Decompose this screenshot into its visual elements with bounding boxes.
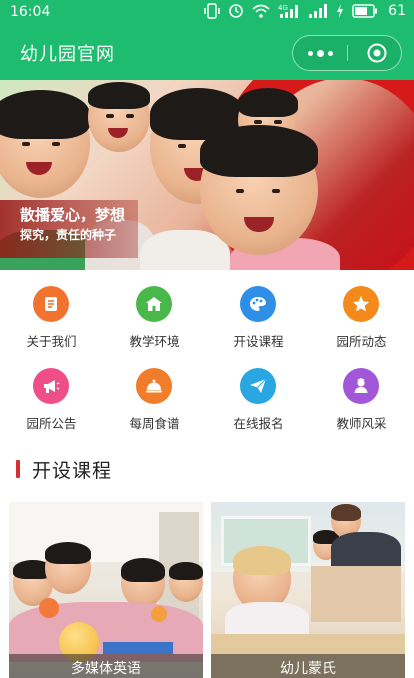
banner-child-face [0, 90, 90, 198]
menu-item-label: 在线报名 [233, 416, 284, 431]
page-title: 幼儿园官网 [20, 44, 115, 65]
menu-item-news[interactable]: 园所动态 [310, 280, 413, 358]
course-caption: 多媒体英语 [9, 654, 203, 678]
signal-icon [309, 4, 328, 18]
section-title: 开设课程 [32, 460, 113, 482]
svg-text:4G: 4G [278, 4, 288, 12]
banner-child-face [200, 125, 318, 255]
menu-item-label: 开设课程 [233, 334, 284, 349]
menu-item-label: 园所公告 [26, 416, 77, 431]
capsule-divider [347, 45, 348, 61]
megaphone-icon [33, 368, 69, 404]
food-cloche-icon [136, 368, 172, 404]
banner-carousel[interactable]: 散播爱心，梦想 探究，责任的种子 [0, 80, 414, 270]
toy-ball [39, 598, 59, 618]
toy-ball [151, 606, 167, 622]
menu-item-menu[interactable]: 每周食谱 [103, 362, 206, 440]
course-child-face [169, 562, 203, 602]
status-icons: 4G 61 [204, 3, 406, 19]
menu-item-label: 教师风采 [336, 416, 387, 431]
course-caption: 幼儿蒙氏 [211, 654, 405, 678]
section-accent-bar [16, 460, 20, 478]
palette-icon [240, 286, 276, 322]
battery-level: 61 [388, 3, 406, 19]
more-button[interactable] [293, 36, 347, 70]
menu-item-label: 园所动态 [336, 334, 387, 349]
menu-item-notices[interactable]: 园所公告 [0, 362, 103, 440]
menu-item-enroll[interactable]: 在线报名 [207, 362, 310, 440]
status-bar: 16:04 4G 61 [0, 0, 414, 26]
teacher-icon [343, 368, 379, 404]
banner-child-face [88, 82, 150, 152]
battery-icon [352, 4, 378, 18]
menu-item-environment[interactable]: 教学环境 [103, 280, 206, 358]
menu-item-label: 关于我们 [26, 334, 77, 349]
nav-bar: 幼儿园官网 [0, 26, 414, 80]
charging-icon [337, 4, 344, 18]
menu-item-label: 教学环境 [129, 334, 180, 349]
course-card[interactable]: 多媒体英语 [9, 502, 203, 678]
close-button[interactable] [355, 36, 399, 70]
star-icon [343, 286, 379, 322]
course-child-face [45, 542, 91, 594]
chair [311, 566, 401, 622]
course-card[interactable]: 幼儿蒙氏 [211, 502, 405, 678]
vibrate-icon [204, 3, 220, 19]
menu-item-label: 每周食谱 [129, 416, 180, 431]
document-icon [33, 286, 69, 322]
close-target-icon [367, 43, 387, 63]
banner-slogan-line1: 散播爱心，梦想 [20, 206, 126, 224]
course-child-face [121, 558, 165, 608]
paper-plane-icon [240, 368, 276, 404]
school-icon [136, 286, 172, 322]
signal-4g-icon: 4G [278, 4, 299, 18]
desk [103, 642, 173, 654]
menu-item-about[interactable]: 关于我们 [0, 280, 103, 358]
wifi-icon [252, 4, 270, 18]
status-time: 16:04 [10, 4, 51, 20]
banner-slogan-line2: 探究，责任的种子 [20, 228, 117, 242]
alarm-icon [229, 4, 243, 18]
menu-item-teachers[interactable]: 教师风采 [310, 362, 413, 440]
menu-item-courses[interactable]: 开设课程 [207, 280, 310, 358]
mini-program-capsule [292, 35, 402, 71]
